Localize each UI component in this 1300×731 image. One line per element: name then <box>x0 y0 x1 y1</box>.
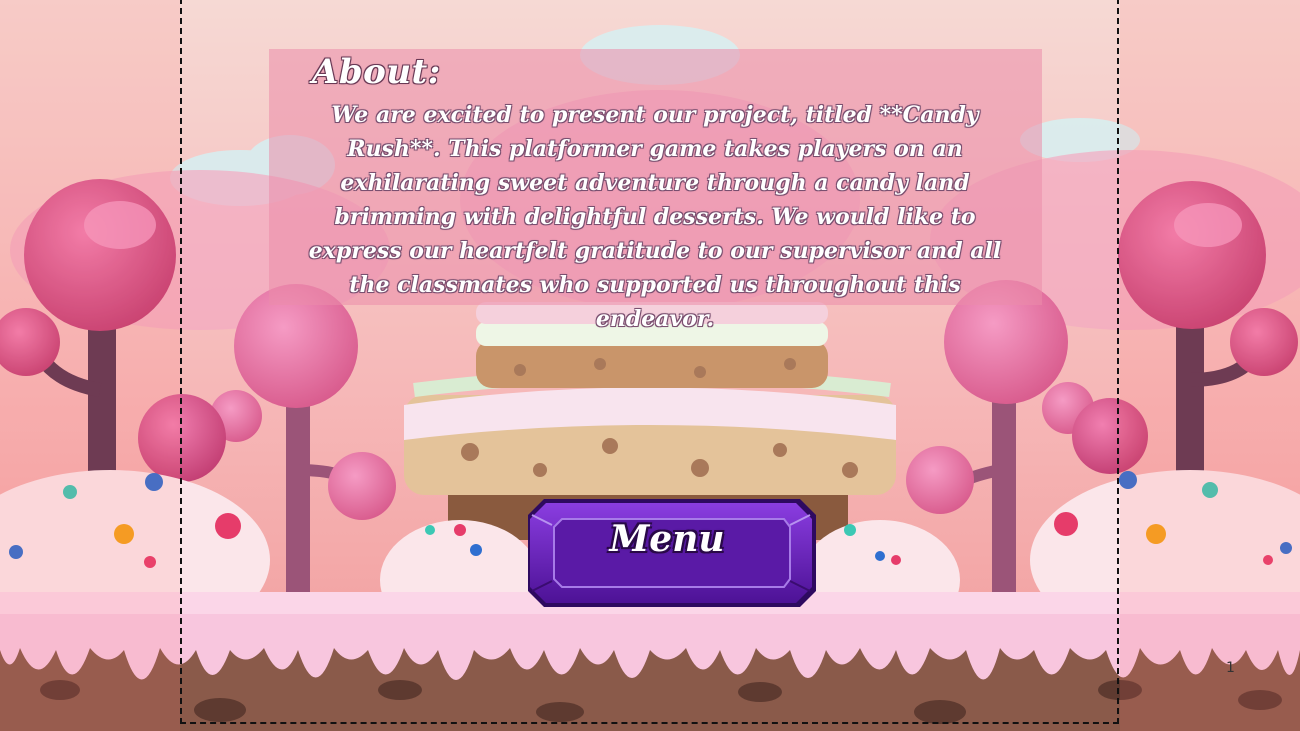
menu-button[interactable] <box>526 497 818 609</box>
about-title: About: <box>312 52 441 92</box>
page-number: 1 <box>1226 660 1235 676</box>
about-description: We are excited to present our project, t… <box>308 102 1002 332</box>
